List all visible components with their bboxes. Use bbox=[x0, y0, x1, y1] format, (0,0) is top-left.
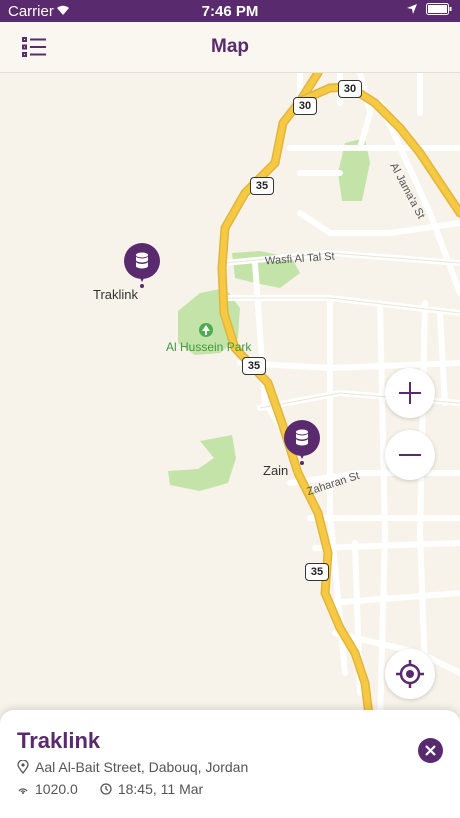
locate-me-button[interactable] bbox=[385, 649, 435, 699]
route-shield: 30 bbox=[338, 80, 362, 98]
pin-label: Traklink bbox=[93, 287, 139, 302]
status-bar: Carrier 7:46 PM bbox=[0, 0, 460, 22]
route-shield: 35 bbox=[305, 563, 329, 581]
map-pin-zain[interactable] bbox=[284, 420, 320, 465]
database-icon bbox=[296, 429, 308, 446]
minus-icon bbox=[399, 454, 421, 456]
zoom-out-button[interactable] bbox=[385, 430, 435, 480]
meta-row: 1020.0 18:45, 11 Mar bbox=[17, 781, 203, 797]
address-row: Aal Al-Bait Street, Dabouq, Jordan bbox=[17, 759, 248, 775]
route-shield: 35 bbox=[250, 177, 274, 195]
status-indicators bbox=[406, 3, 452, 15]
location-name: Traklink bbox=[17, 728, 101, 753]
clock-icon bbox=[100, 783, 112, 795]
park-label: Al Hussein Park bbox=[166, 340, 252, 354]
route-shield: 30 bbox=[293, 97, 317, 115]
wifi-icon bbox=[57, 5, 69, 15]
plus-icon bbox=[399, 382, 421, 404]
battery-icon bbox=[426, 3, 452, 15]
close-button[interactable] bbox=[418, 738, 443, 763]
nav-bar: Map bbox=[0, 22, 460, 73]
park-area bbox=[168, 435, 236, 491]
page-title: Map bbox=[211, 36, 249, 57]
database-icon bbox=[136, 252, 148, 269]
map-pin-icon bbox=[17, 760, 29, 774]
location-arrow-icon bbox=[407, 4, 417, 14]
value-text: 1020.0 bbox=[35, 781, 78, 797]
signal-icon bbox=[18, 788, 28, 794]
map-view[interactable]: 30 30 35 35 35 35 Wasfi Al Tal St Al Jam… bbox=[0, 73, 460, 818]
close-icon bbox=[425, 745, 436, 756]
crosshair-icon bbox=[396, 660, 424, 688]
location-detail-sheet: Traklink Aal Al-Bait Street, Dabouq, Jor… bbox=[0, 710, 460, 818]
address-text: Aal Al-Bait Street, Dabouq, Jordan bbox=[35, 759, 249, 775]
pin-label: Zain bbox=[263, 463, 289, 478]
zoom-in-button[interactable] bbox=[385, 368, 435, 418]
map-pin-traklink[interactable] bbox=[124, 243, 160, 288]
time-text: 18:45, 11 Mar bbox=[117, 781, 204, 797]
route-shield: 35 bbox=[242, 357, 266, 375]
